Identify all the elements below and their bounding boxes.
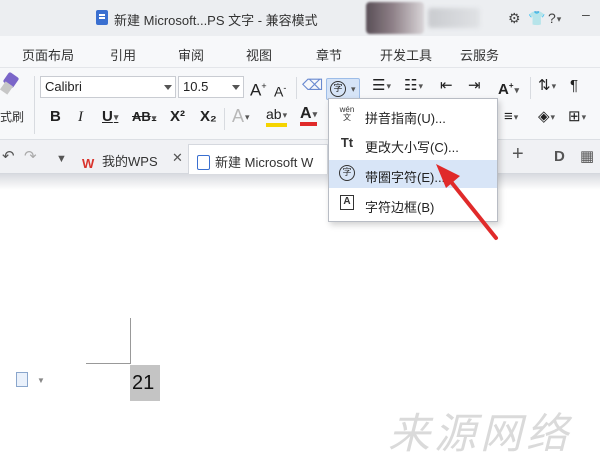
watermark: 来源网络 (388, 409, 573, 458)
selected-text[interactable]: 21 (130, 365, 160, 401)
chevron-down-icon[interactable]: ▼ (37, 376, 45, 385)
margin-guide-vertical (130, 318, 131, 364)
margin-guide-horizontal (86, 363, 131, 364)
paragraph-layout-icon[interactable] (16, 372, 28, 387)
